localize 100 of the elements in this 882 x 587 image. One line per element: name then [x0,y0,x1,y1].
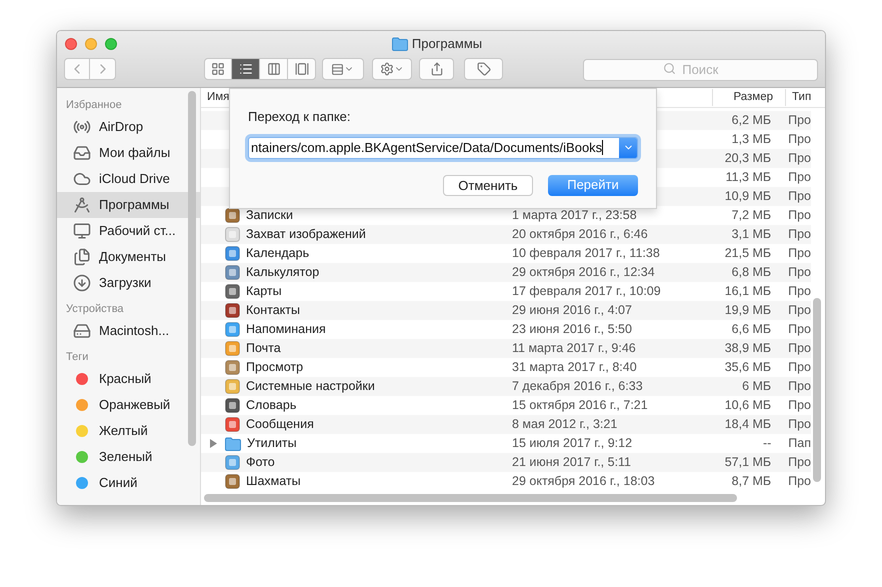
sidebar-item[interactable]: Синий [57,470,200,496]
size-cell-text: 10,9 МБ [724,188,772,206]
app-icon [225,417,240,432]
size-cell-text: 19,9 МБ [724,302,772,320]
size-cell-text: 8,7 МБ [730,473,772,490]
arrange-button[interactable] [322,58,364,80]
sidebar-item[interactable]: Macintosh... [57,318,200,344]
date-cell-text: 7 декабря 2016 г., 6:33 [512,378,644,396]
view-mode-button[interactable] [204,58,232,80]
window-title: Программы [412,35,482,54]
file-row[interactable]: Системные настройки 7 декабря 2016 г., 6:33 6 МБ Про [201,377,811,396]
sidebar-item[interactable]: Документы [57,244,200,270]
view-mode-button[interactable] [232,58,260,80]
file-row[interactable]: Контакты 29 июня 2016 г., 4:07 19,9 МБ Про [201,301,811,320]
search-icon [663,62,676,75]
app-icon [225,227,240,242]
date-cell-text: 29 октября 2016 г., 12:34 [512,264,656,282]
kind-cell-text: Про [788,264,811,282]
monitor-icon [73,222,91,240]
minimize-button[interactable] [85,38,97,50]
app-icon [225,246,240,261]
app-icon [225,455,240,470]
search-field[interactable]: Поиск [583,58,818,80]
scrollbar-thumb[interactable] [813,298,821,482]
size-cell-text: 38,9 МБ [724,340,772,358]
date-cell-text: 11 марта 2017 г., 9:46 [512,340,637,358]
kind-cell-text: Про [788,378,811,396]
share-button[interactable] [418,58,454,80]
column-header[interactable]: Размер [712,88,786,106]
view-mode-button[interactable] [260,58,288,80]
app-icon [225,379,240,394]
sidebar-item[interactable]: Загрузки [57,270,200,296]
sidebar-item[interactable]: Рабочий ст... [57,218,200,244]
size-cell-text: 21,5 МБ [724,245,772,262]
date-cell-text: 20 октября 2016 г., 6:46 [512,226,649,244]
cancel-button[interactable]: Отменить [443,174,533,196]
app-icon [225,398,240,413]
file-row[interactable]: Захват изображений 20 октября 2016 г., 6:46 3,1 МБ Про [201,225,811,244]
kind-cell-text: Про [788,207,811,224]
date-cell-text: 29 октября 2016 г., 18:03 [512,473,656,490]
sidebar-item[interactable]: Красный [57,366,200,392]
size-cell-text: 7,2 МБ [730,207,772,224]
kind-cell-text: Про [788,245,811,262]
view-mode-button[interactable] [288,58,316,80]
zoom-button[interactable] [105,38,117,50]
download-icon [73,274,91,292]
date-cell-text: 21 июня 2017 г., 5:11 [512,454,632,472]
tag-button[interactable] [464,58,504,80]
sidebar-item[interactable]: AirDrop [57,114,200,140]
file-row[interactable]: Почта 11 марта 2017 г., 9:46 38,9 МБ Про [201,339,811,358]
grid-icon [211,62,225,76]
back-button[interactable] [64,58,90,80]
file-name: Сообщения [246,416,314,434]
size-cell-text: 11,3 МБ [724,169,772,186]
kind-cell-text: Про [788,340,811,358]
size-cell-text: 1,3 МБ [730,131,772,148]
kind-cell-text: Про [788,283,811,300]
file-name: Контакты [246,302,300,320]
disclosure-triangle-icon[interactable] [209,439,217,448]
dropdown-button[interactable] [619,138,637,158]
app-icon [225,322,240,337]
scrollbar-thumb[interactable] [204,494,737,502]
share-icon [430,62,444,76]
kind-cell-text: Про [788,302,811,320]
file-name: Фото [246,454,275,472]
file-row[interactable]: Фото 21 июня 2017 г., 5:11 57,1 МБ Про [201,453,811,472]
date-cell-text: 23 июня 2016 г., 5:50 [512,321,633,338]
scrollbar-thumb[interactable] [188,91,196,446]
radio-waves-icon [73,118,91,136]
sidebar-item[interactable]: Зеленый [57,444,200,470]
close-button[interactable] [65,38,77,50]
hard-drive-icon [73,322,91,340]
kind-cell-text: Про [788,226,811,244]
size-cell-text: 20,3 МБ [724,150,772,168]
section-heading: Устройства [65,302,125,317]
column-header[interactable]: Тип [786,88,812,106]
action-button[interactable] [372,58,412,80]
size-cell-text: 6,6 МБ [730,321,772,338]
file-row[interactable]: Сообщения 8 мая 2012 г., 3:21 18,4 МБ Про [201,415,811,434]
forward-button[interactable] [90,58,116,80]
app-icon [225,284,240,299]
file-row[interactable]: Калькулятор 29 октября 2016 г., 12:34 6,8 МБ Про [201,263,811,282]
file-name: Калькулятор [246,264,320,282]
sidebar-item[interactable]: Мои файлы [57,140,200,166]
size-cell-text: 16,1 МБ [724,283,772,300]
size-cell-text: 57,1 МБ [724,454,772,472]
app-icon [225,303,240,318]
size-cell-text: 10,6 МБ [724,397,772,414]
sidebar-item[interactable]: Желтый [57,418,200,444]
kind-cell-text: Про [788,473,811,490]
kind-cell-text: Про [788,454,811,472]
kind-cell-text: Про [788,321,811,338]
sidebar-item[interactable]: Оранжевый [57,392,200,418]
kind-cell-text: Про [788,188,811,206]
sidebar-item[interactable]: Программы [57,192,200,218]
app-icon [225,360,240,375]
date-cell-text: 29 июня 2016 г., 4:07 [512,302,633,320]
size-cell-text: -- [762,435,772,452]
sidebar-item[interactable]: iCloud Drive [57,166,200,192]
arrange-icon [331,62,344,76]
